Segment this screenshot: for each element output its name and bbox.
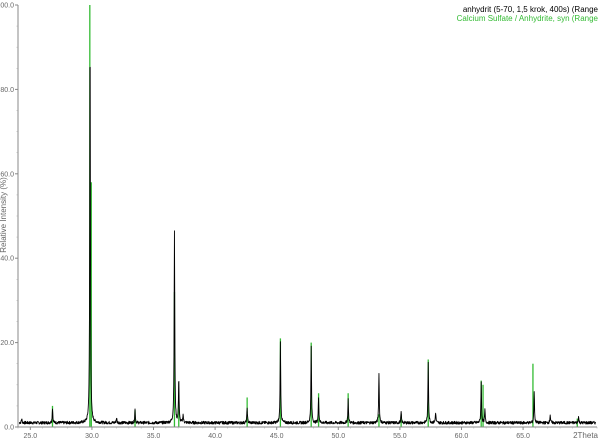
- y-axis-label: Relative Intensity (%): [0, 177, 8, 253]
- legend-entry-measured: anhydrit (5-70, 1,5 krok, 400s) (Range: [463, 5, 599, 14]
- x-tick-label: 60.0: [455, 433, 469, 440]
- x-tick-label: 40.0: [208, 433, 222, 440]
- legend-entry-reference: Calcium Sulfate / Anhydrite, syn (Range: [457, 14, 599, 23]
- x-tick-label: 55.0: [393, 433, 407, 440]
- x-tick-label: 45.0: [270, 433, 284, 440]
- xrd-chart: 25.0 30.0 35.0 40.0 45.0 50.0 55.0 60.0 65.0 0.0 2…: [0, 3, 599, 441]
- x-tick-label: 35.0: [147, 433, 161, 440]
- y-tick-label: 0.0: [4, 425, 14, 432]
- measured-pattern-line: [18, 66, 596, 425]
- x-tick-label: 25.0: [24, 433, 38, 440]
- x-tick-label: 65.0: [516, 433, 530, 440]
- y-tick-label: 40.0: [0, 256, 14, 263]
- y-tick-label: 80.0: [0, 87, 14, 94]
- x-tick-label: 30.0: [85, 433, 99, 440]
- x-tick-label: 50.0: [331, 433, 345, 440]
- y-tick-label: 20.0: [0, 340, 14, 347]
- x-axis-label: 2Theta: [573, 431, 598, 440]
- y-tick-label: 100.0: [0, 3, 14, 10]
- plot-area: [18, 5, 596, 427]
